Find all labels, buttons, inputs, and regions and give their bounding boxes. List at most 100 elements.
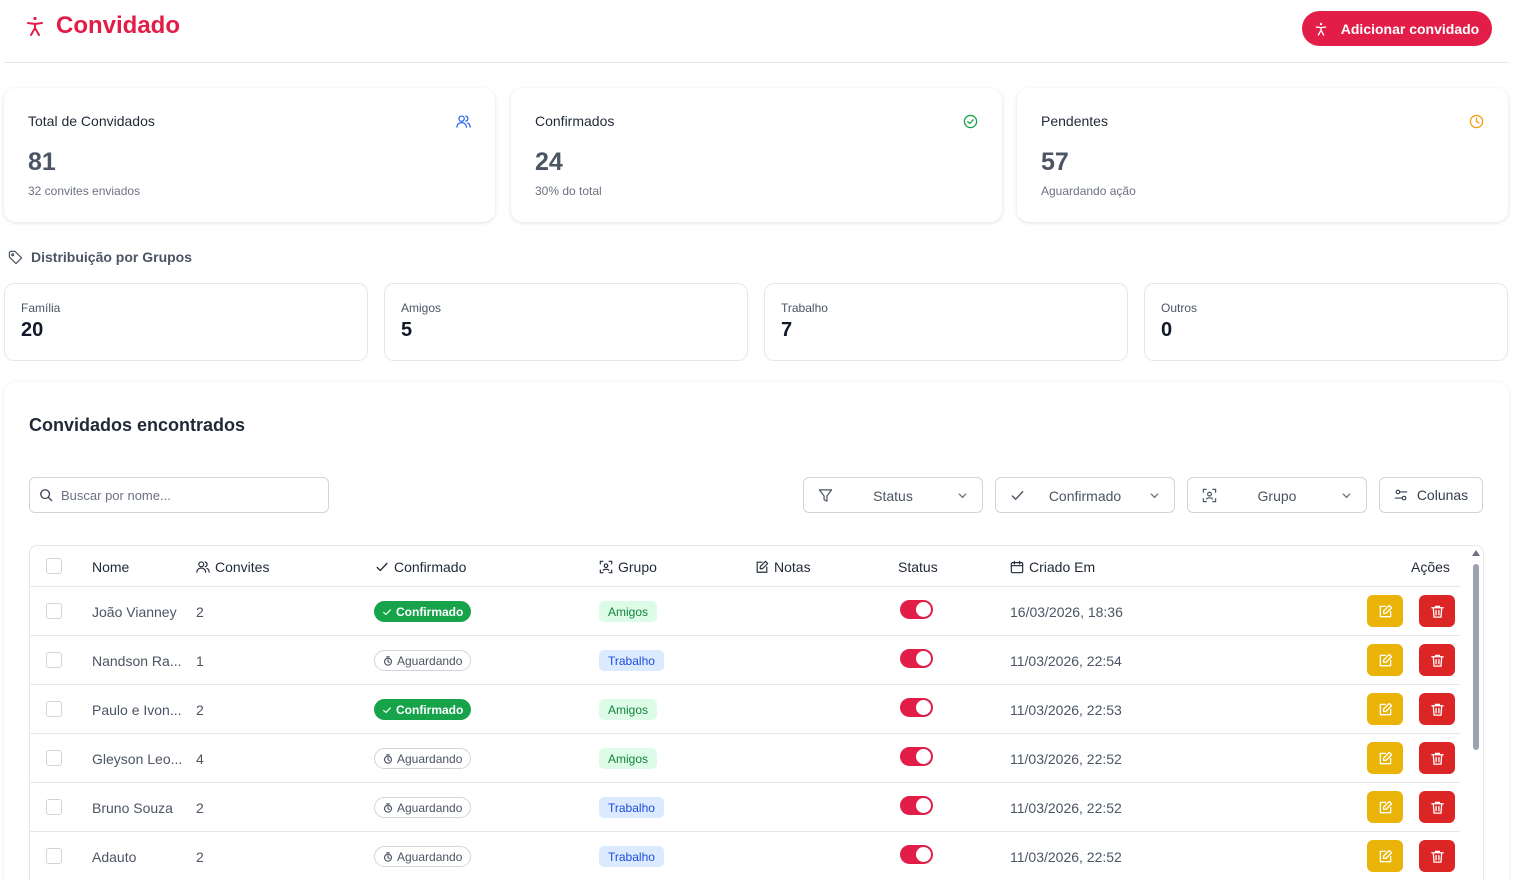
confirmation-badge: Aguardando (374, 650, 472, 671)
status-toggle[interactable] (900, 698, 933, 717)
delete-button[interactable] (1419, 595, 1455, 627)
confirmation-badge-label: Aguardando (397, 653, 463, 668)
column-header-convites[interactable]: Convites (196, 559, 269, 575)
scroll-up-arrow[interactable] (1472, 550, 1480, 556)
status-toggle[interactable] (900, 747, 933, 766)
guest-invites: 2 (196, 702, 204, 718)
delete-button[interactable] (1419, 693, 1455, 725)
status-filter[interactable]: Status (803, 477, 983, 513)
column-header-grupo[interactable]: Grupo (599, 559, 657, 575)
timer-icon (383, 802, 393, 813)
column-header-notas[interactable]: Notas (755, 559, 811, 575)
check-icon (376, 562, 388, 572)
group-value: 0 (1161, 319, 1173, 341)
guest-name: Gleyson Leo... (92, 751, 183, 767)
table-row[interactable]: Gleyson Leo... 4 Aguardando Amigos 11/03… (30, 734, 1460, 783)
group-filter[interactable]: Grupo (1187, 477, 1367, 513)
group-badge: Amigos (599, 699, 658, 720)
group-label: Família (21, 301, 61, 315)
trash-icon (1430, 703, 1444, 716)
trash-icon (1430, 752, 1444, 765)
table-row[interactable]: Adauto 2 Aguardando Trabalho 11/03/2026,… (30, 832, 1460, 880)
scan-face-icon (599, 560, 613, 574)
delete-button[interactable] (1419, 644, 1455, 676)
row-checkbox[interactable] (46, 799, 62, 815)
edit-button[interactable] (1367, 644, 1403, 676)
add-guest-button[interactable]: Adicionar convidado (1302, 11, 1492, 46)
status-toggle[interactable] (900, 649, 933, 668)
search-box[interactable] (29, 477, 329, 513)
edit-button[interactable] (1367, 693, 1403, 725)
stat-sub: Aguardando ação (1041, 184, 1136, 198)
status-filter-label: Status (873, 488, 913, 504)
column-header-label: Criado Em (1029, 559, 1096, 575)
stat-label: Total de Convidados (28, 113, 155, 129)
group-value: 5 (401, 319, 413, 341)
search-input[interactable] (61, 487, 311, 503)
column-header-label: Status (898, 559, 938, 575)
edit-button[interactable] (1367, 595, 1403, 627)
column-header-nome[interactable]: Nome (92, 559, 129, 575)
stat-card-total: Total de Convidados 81 32 convites envia… (4, 88, 495, 222)
confirmed-filter-label: Confirmado (1048, 488, 1122, 504)
table-row[interactable]: Bruno Souza 2 Aguardando Trabalho 11/03/… (30, 783, 1460, 832)
table-row[interactable]: Paulo e Ivon... 2 Confirmado Amigos 11/0… (30, 685, 1460, 734)
created-date: 11/03/2026, 22:54 (1010, 653, 1122, 669)
table-row[interactable]: Nandson Ra... 1 Aguardando Trabalho 11/0… (30, 636, 1460, 685)
select-all-checkbox[interactable] (46, 558, 62, 574)
edit-icon (1379, 849, 1392, 862)
confirmation-badge-label: Confirmado (396, 702, 464, 717)
status-toggle[interactable] (900, 796, 933, 815)
check-icon (383, 706, 391, 713)
group-label: Trabalho (781, 301, 828, 315)
group-card-familia: Família 20 (4, 283, 368, 361)
edit-button[interactable] (1367, 840, 1403, 872)
stat-sub: 30% do total (535, 184, 602, 198)
column-header-confirmado[interactable]: Confirmado (375, 559, 466, 575)
add-guest-label: Adicionar convidado (1340, 20, 1480, 37)
confirmation-badge-label: Aguardando (397, 849, 463, 864)
column-header-label: Ações (1411, 559, 1450, 575)
columns-button-label: Colunas (1416, 487, 1469, 503)
stat-sub: 32 convites enviados (28, 184, 141, 198)
group-card-trabalho: Trabalho 7 (764, 283, 1128, 361)
delete-button[interactable] (1419, 742, 1455, 774)
status-toggle[interactable] (900, 600, 933, 619)
group-card-outros: Outros 0 (1144, 283, 1508, 361)
confirmed-filter[interactable]: Confirmado (995, 477, 1175, 513)
edit-button[interactable] (1367, 742, 1403, 774)
sliders-icon (1394, 489, 1408, 501)
status-toggle[interactable] (900, 845, 933, 864)
column-header-acoes: Ações (1411, 559, 1450, 575)
guest-name: Paulo e Ivon... (92, 702, 182, 718)
row-checkbox[interactable] (46, 652, 62, 668)
users-icon (196, 561, 210, 573)
column-header-status[interactable]: Status (898, 559, 938, 575)
confirmation-badge: Confirmado (374, 699, 472, 720)
row-checkbox[interactable] (46, 750, 62, 766)
row-checkbox[interactable] (46, 848, 62, 864)
table-row[interactable]: João Vianney 2 Confirmado Amigos 16/03/2… (30, 587, 1460, 636)
column-header-criado[interactable]: Criado Em (1010, 559, 1095, 575)
delete-button[interactable] (1419, 840, 1455, 872)
table-scrollbar[interactable] (1470, 546, 1482, 880)
stat-card-pending: Pendentes 57 Aguardando ação (1017, 88, 1508, 222)
scroll-thumb[interactable] (1473, 564, 1479, 750)
person-icon (27, 16, 43, 36)
edit-button[interactable] (1367, 791, 1403, 823)
row-checkbox[interactable] (46, 701, 62, 717)
guest-name: Adauto (92, 849, 137, 865)
check-circle-icon (963, 114, 978, 129)
guest-name: Nandson Ra... (92, 653, 182, 669)
users-icon (456, 115, 471, 128)
confirmation-badge: Aguardando (374, 748, 472, 769)
tag-icon (8, 250, 23, 264)
group-card-amigos: Amigos 5 (384, 283, 748, 361)
columns-button[interactable]: Colunas (1379, 477, 1483, 513)
clock-icon (1469, 114, 1484, 129)
person-icon (1315, 22, 1327, 36)
column-header-label: Notas (774, 559, 811, 575)
delete-button[interactable] (1419, 791, 1455, 823)
row-checkbox[interactable] (46, 603, 62, 619)
confirmation-badge: Aguardando (374, 846, 472, 867)
